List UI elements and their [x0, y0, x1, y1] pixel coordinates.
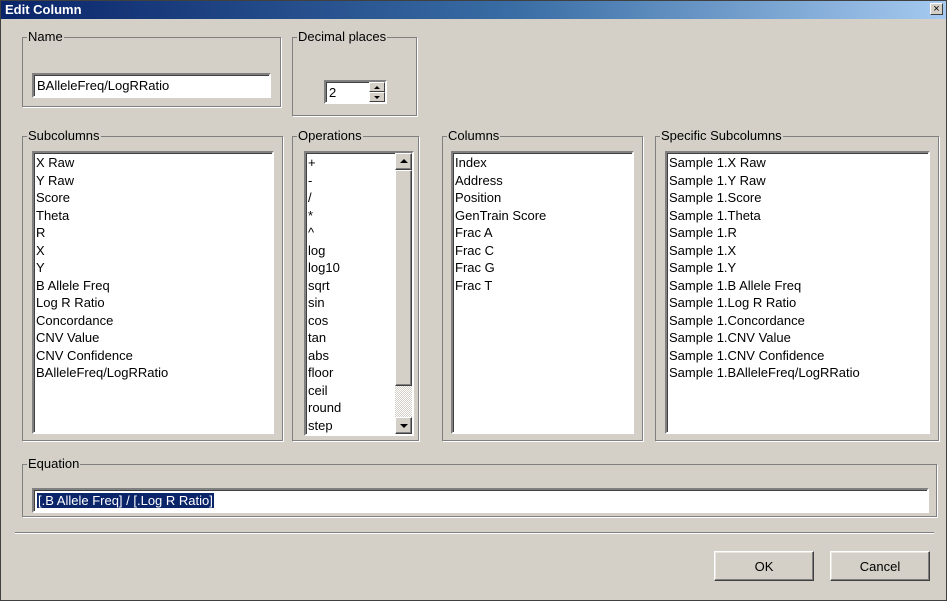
columns-label: Columns [447, 128, 501, 143]
subcolumn-item[interactable]: X Raw [36, 154, 270, 172]
name-group-label: Name [27, 29, 64, 44]
scroll-thumb[interactable] [395, 170, 412, 386]
specific-subcolumn-item[interactable]: Sample 1.BAlleleFreq/LogRRatio [669, 364, 926, 382]
arrow-up-icon [400, 159, 408, 163]
subcolumns-label: Subcolumns [27, 128, 101, 143]
operation-item[interactable]: ^ [308, 224, 393, 242]
specific-subcolumn-item[interactable]: Sample 1.R [669, 224, 926, 242]
specific-subcolumns-list[interactable]: Sample 1.X Raw Sample 1.Y Raw Sample 1.Sco… [665, 151, 930, 434]
subcolumn-item[interactable]: Y [36, 259, 270, 277]
stepper-down-button[interactable] [369, 92, 385, 102]
operation-item[interactable]: + [308, 154, 393, 172]
specific-subcolumn-item[interactable]: Sample 1.CNV Confidence [669, 347, 926, 365]
subcolumn-item[interactable]: R [36, 224, 270, 242]
column-item[interactable]: Index [455, 154, 630, 172]
name-input[interactable]: BAlleleFreq/LogRRatio [32, 73, 271, 98]
arrow-up-icon [374, 86, 380, 89]
decimal-places-label: Decimal places [297, 29, 388, 44]
operation-item[interactable]: - [308, 172, 393, 190]
operation-item[interactable]: * [308, 207, 393, 225]
separator-line [15, 532, 934, 534]
subcolumn-item[interactable]: Theta [36, 207, 270, 225]
subcolumn-item[interactable]: Y Raw [36, 172, 270, 190]
subcolumn-item[interactable]: Concordance [36, 312, 270, 330]
operation-item[interactable]: step [308, 417, 393, 435]
column-item[interactable]: Frac T [455, 277, 630, 295]
specific-subcolumn-item[interactable]: Sample 1.Concordance [669, 312, 926, 330]
operation-item[interactable]: log10 [308, 259, 393, 277]
specific-subcolumn-item[interactable]: Sample 1.Theta [669, 207, 926, 225]
decimal-places-value[interactable]: 2 [326, 82, 339, 103]
equation-input[interactable]: [.B Allele Freq] / [.Log R Ratio] [32, 488, 929, 513]
operation-item[interactable]: ceil [308, 382, 393, 400]
operation-item[interactable]: cos [308, 312, 393, 330]
equation-value[interactable]: [.B Allele Freq] / [.Log R Ratio] [37, 493, 214, 508]
subcolumns-list[interactable]: X Raw Y Raw Score Theta R X Y B Allele Freq Log … [32, 151, 274, 434]
specific-subcolumn-item[interactable]: Sample 1.B Allele Freq [669, 277, 926, 295]
specific-subcolumn-item[interactable]: Sample 1.X Raw [669, 154, 926, 172]
column-item[interactable]: GenTrain Score [455, 207, 630, 225]
title-bar[interactable]: Edit Column × [1, 1, 946, 19]
operation-item[interactable]: log [308, 242, 393, 260]
column-item[interactable]: Address [455, 172, 630, 190]
specific-subcolumn-item[interactable]: Sample 1.X [669, 242, 926, 260]
scroll-up-button[interactable] [395, 153, 412, 170]
subcolumn-item[interactable]: CNV Value [36, 329, 270, 347]
specific-subcolumn-item[interactable]: Sample 1.Log R Ratio [669, 294, 926, 312]
stepper-up-button[interactable] [369, 82, 385, 92]
operations-scrollbar[interactable] [395, 153, 412, 434]
operation-item[interactable]: floor [308, 364, 393, 382]
column-item[interactable]: Frac G [455, 259, 630, 277]
subcolumn-item[interactable]: X [36, 242, 270, 260]
subcolumn-item[interactable]: Log R Ratio [36, 294, 270, 312]
window-title: Edit Column [5, 2, 82, 17]
column-item[interactable]: Frac A [455, 224, 630, 242]
specific-subcolumn-item[interactable]: Sample 1.CNV Value [669, 329, 926, 347]
specific-subcolumn-item[interactable]: Sample 1.Y [669, 259, 926, 277]
edit-column-dialog: Edit Column × Name BAlleleFreq/LogRRatio… [0, 0, 947, 601]
cancel-button[interactable]: Cancel [830, 551, 930, 581]
stepper-buttons [369, 82, 385, 102]
operation-item[interactable]: tan [308, 329, 393, 347]
operation-item[interactable]: / [308, 189, 393, 207]
specific-subcolumn-item[interactable]: Sample 1.Score [669, 189, 926, 207]
column-item[interactable]: Frac C [455, 242, 630, 260]
subcolumn-item[interactable]: BAlleleFreq/LogRRatio [36, 364, 270, 382]
operation-item[interactable]: round [308, 399, 393, 417]
operation-item[interactable]: sin [308, 294, 393, 312]
subcolumn-item[interactable]: B Allele Freq [36, 277, 270, 295]
arrow-down-icon [374, 96, 380, 99]
close-icon[interactable]: × [930, 3, 943, 15]
ok-button[interactable]: OK [714, 551, 814, 581]
specific-subcolumn-item[interactable]: Sample 1.Y Raw [669, 172, 926, 190]
operation-item[interactable]: abs [308, 347, 393, 365]
operation-item[interactable]: sqrt [308, 277, 393, 295]
equation-label: Equation [27, 456, 81, 471]
subcolumn-item[interactable]: CNV Confidence [36, 347, 270, 365]
operations-label: Operations [297, 128, 363, 143]
arrow-down-icon [400, 424, 408, 428]
column-item[interactable]: Position [455, 189, 630, 207]
operations-list[interactable]: + - / * ^ log log10 sqrt sin cos tan abs floor ceil ro… [304, 151, 414, 436]
subcolumn-item[interactable]: Score [36, 189, 270, 207]
columns-list[interactable]: Index Address Position GenTrain Score Frac A… [451, 151, 634, 434]
decimal-places-stepper[interactable]: 2 [324, 80, 387, 104]
scroll-down-button[interactable] [395, 417, 412, 434]
specific-subcolumns-label: Specific Subcolumns [660, 128, 783, 143]
